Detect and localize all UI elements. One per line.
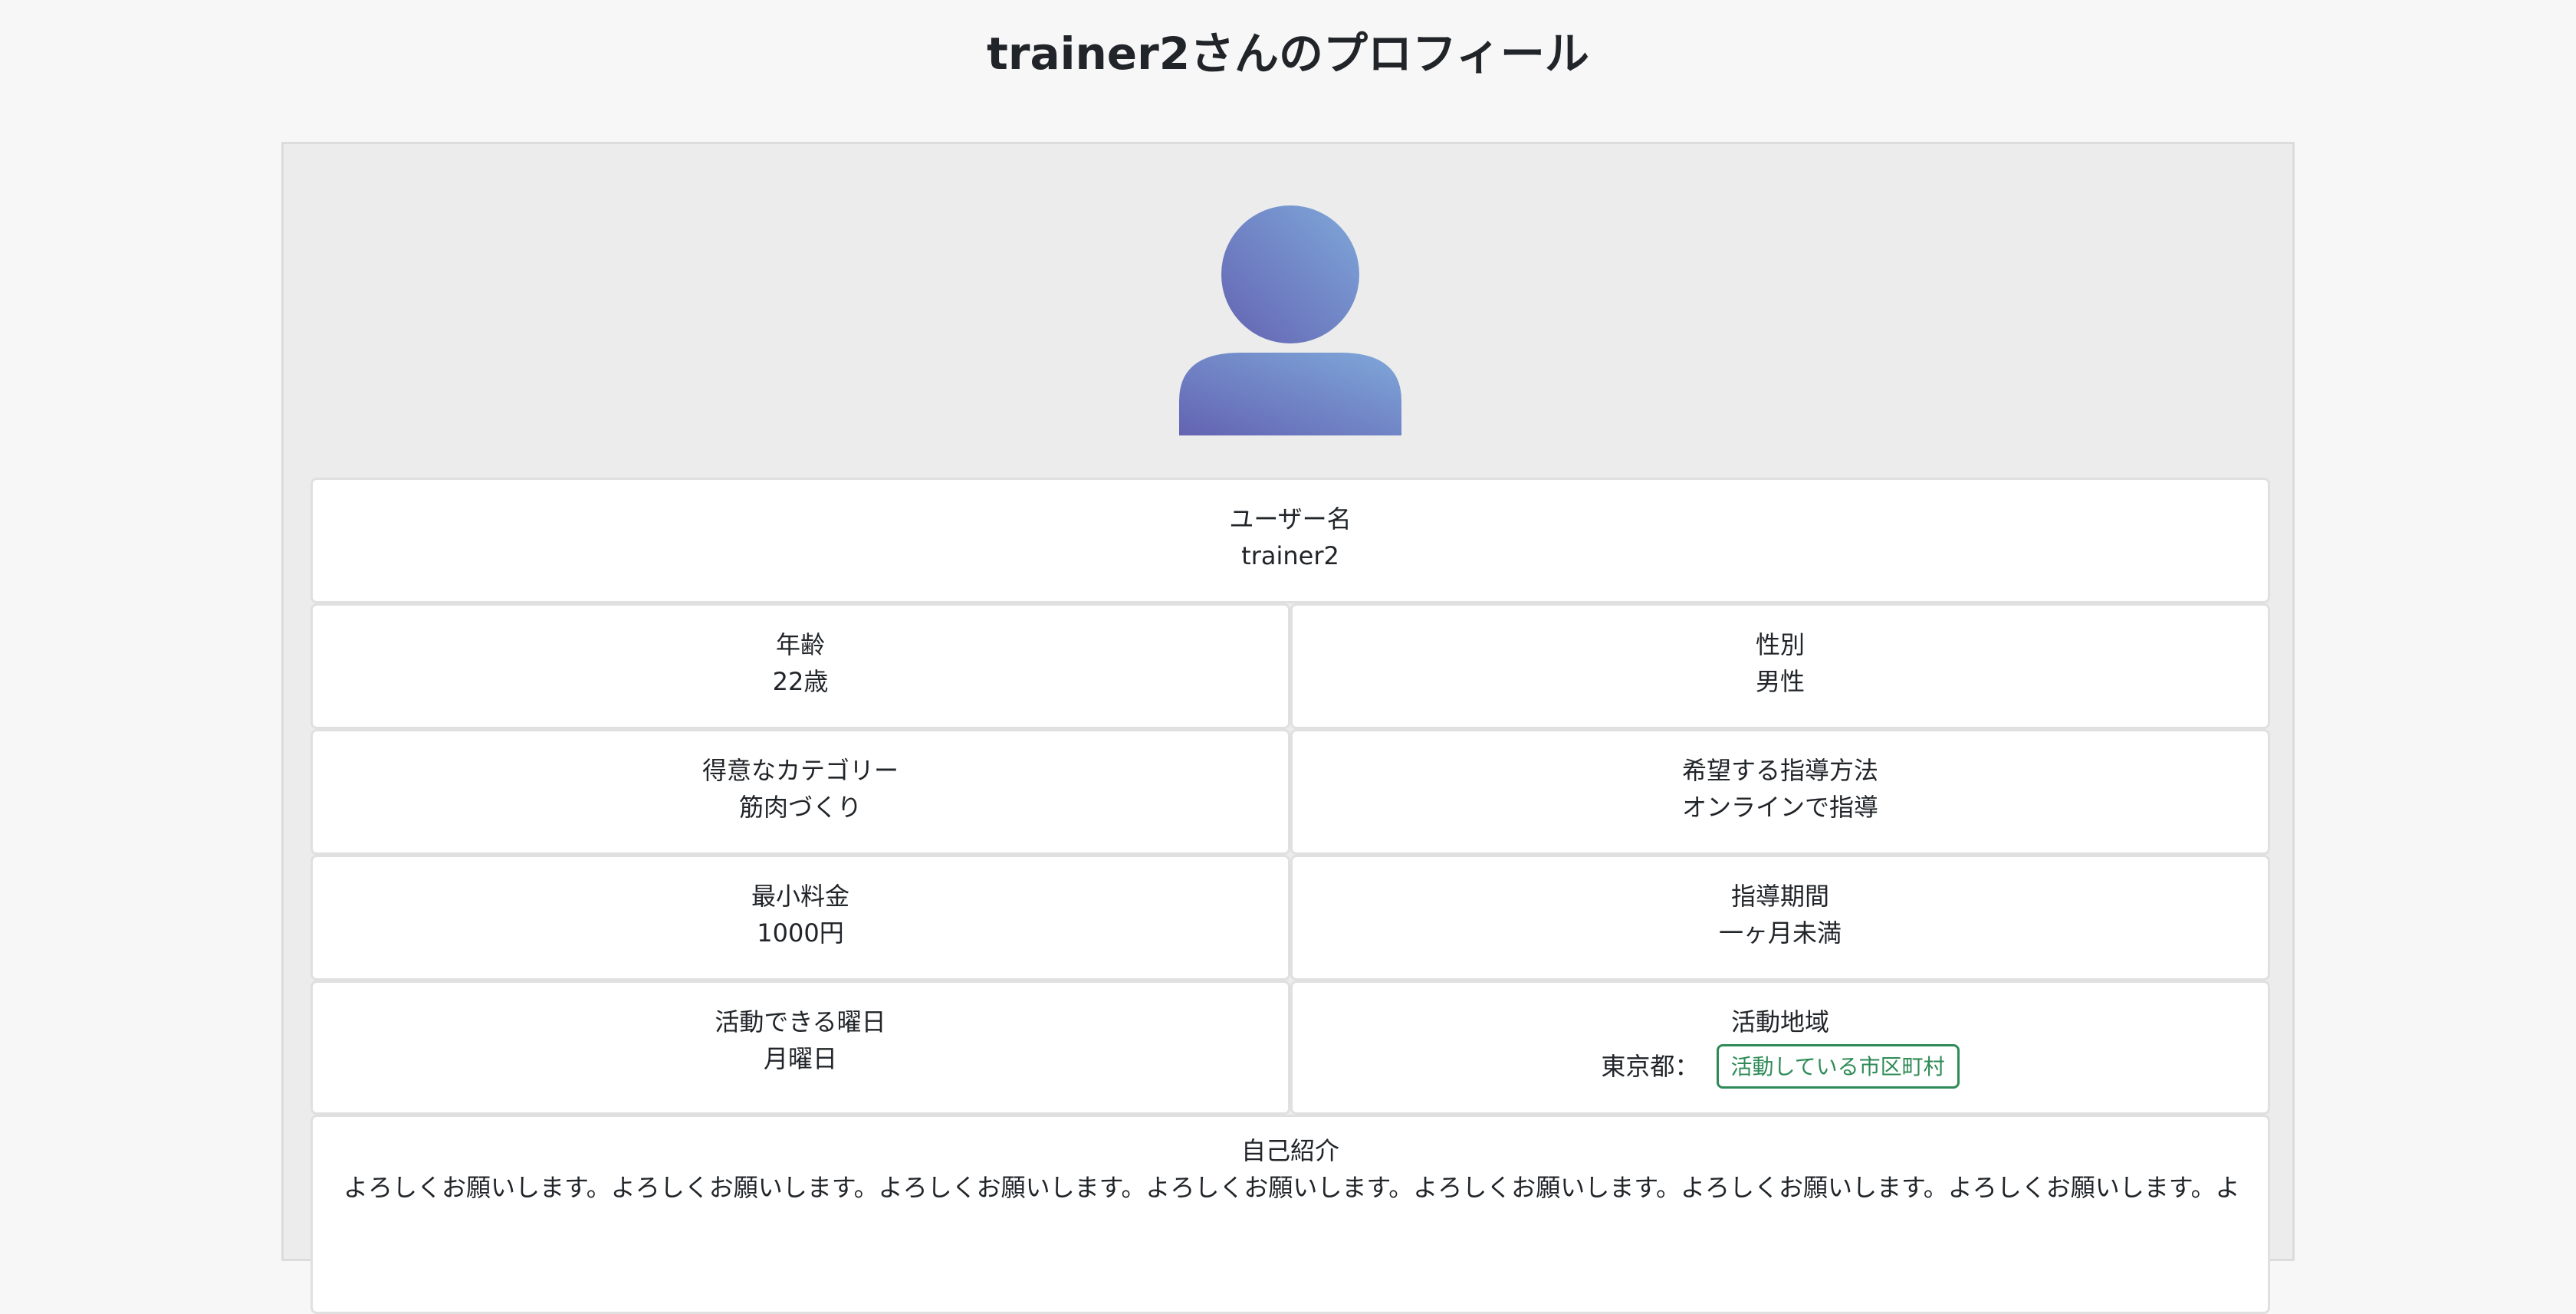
area-prefecture: 東京都：	[1601, 1052, 1700, 1081]
method-value: オンラインで指導	[1681, 793, 1878, 822]
period-value: 一ヶ月未満	[1718, 918, 1842, 948]
avatar-head	[1221, 205, 1359, 343]
period-cell: 指導期間 一ヶ月未満	[1290, 855, 2270, 981]
username-value: trainer2	[1241, 541, 1339, 570]
method-cell: 希望する指導方法 オンラインで指導	[1290, 729, 2270, 855]
intro-cell: 自己紹介 よろしくお願いします。よろしくお願いします。よろしくお願いします。よろ…	[310, 1115, 2270, 1314]
min-fee-value: 1000円	[757, 918, 844, 948]
age-label: 年齢	[775, 630, 825, 659]
username-cell: ユーザー名 trainer2	[310, 478, 2270, 603]
method-label: 希望する指導方法	[1681, 756, 1878, 785]
page-title: trainer2さんのプロフィール	[987, 28, 1589, 80]
category-value: 筋肉づくり	[738, 793, 862, 822]
area-cell: 活動地域 東京都： 活動している市区町村	[1290, 981, 2270, 1115]
area-label: 活動地域	[1730, 1007, 1829, 1036]
username-label: ユーザー名	[1229, 504, 1352, 534]
gender-label: 性別	[1755, 630, 1805, 659]
gender-value: 男性	[1755, 667, 1805, 696]
category-cell: 得意なカテゴリー 筋肉づくり	[310, 729, 1290, 855]
days-cell: 活動できる曜日 月曜日	[310, 981, 1290, 1115]
avatar-body	[1179, 353, 1401, 435]
min-fee-cell: 最小料金 1000円	[310, 855, 1290, 981]
period-label: 指導期間	[1730, 882, 1829, 911]
intro-text: よろしくお願いします。よろしくお願いします。よろしくお願いします。よろしくお願い…	[343, 1173, 2240, 1202]
age-cell: 年齢 22歳	[310, 603, 1290, 729]
gender-cell: 性別 男性	[1290, 603, 2270, 729]
min-fee-label: 最小料金	[751, 882, 849, 911]
profile-card: ユーザー名 trainer2 年齢 22歳 性別 男性 得意なカテゴリー 筋肉づ…	[281, 142, 2295, 1314]
days-label: 活動できる曜日	[715, 1007, 886, 1036]
user-avatar-icon	[1179, 205, 1401, 435]
intro-label: 自己紹介	[1240, 1136, 1339, 1165]
days-value: 月曜日	[763, 1044, 837, 1073]
area-line: 東京都： 活動している市区町村	[1293, 1042, 2268, 1089]
category-label: 得意なカテゴリー	[702, 756, 899, 785]
city-list-button[interactable]: 活動している市区町村	[1716, 1044, 1960, 1089]
age-value: 22歳	[772, 667, 829, 696]
